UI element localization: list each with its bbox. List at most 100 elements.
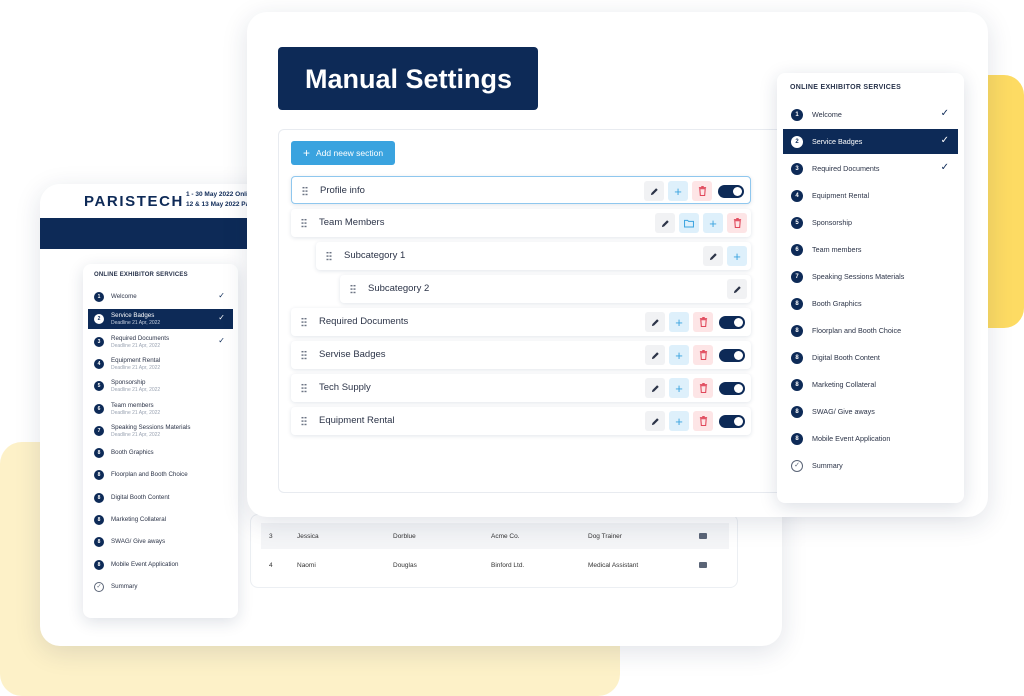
plus-icon: + [675, 314, 683, 330]
section-row[interactable]: Subcategory 1 + [316, 242, 751, 270]
visibility-toggle[interactable] [719, 316, 745, 329]
section-row[interactable]: Equipment Rental + [291, 407, 751, 435]
sidebar-item[interactable]: 2 Service Badges Deadline 21 Apr, 2022 ✓ [88, 309, 233, 330]
section-label: Equipment Rental [319, 415, 395, 426]
sidebar-item[interactable]: 8 Marketing Collateral [783, 372, 958, 397]
sidebar-item[interactable]: 7 Speaking Sessions Materials [783, 264, 958, 289]
edit-button[interactable] [644, 181, 664, 201]
add-subsection-button[interactable]: + [669, 378, 689, 398]
drag-handle-icon[interactable] [301, 416, 307, 426]
delete-button[interactable] [693, 345, 713, 365]
drag-handle-icon[interactable] [326, 251, 332, 261]
print-icon[interactable] [699, 533, 707, 539]
add-subsection-button[interactable]: + [668, 181, 688, 201]
step-number-badge: 2 [94, 314, 104, 325]
role-cell: Dog Trainer [588, 532, 622, 540]
sidebar-item[interactable]: 8 Floorplan and Booth Choice [783, 318, 958, 343]
drag-handle-icon[interactable] [301, 317, 307, 327]
add-subsection-button[interactable]: + [669, 312, 689, 332]
step-number-badge: 1 [94, 292, 104, 302]
step-number-badge: 8 [94, 470, 104, 481]
sidebar-item[interactable]: ✓ Summary [88, 577, 233, 597]
step-number-badge: 5 [94, 381, 104, 392]
trash-icon [699, 350, 708, 360]
delete-button[interactable] [692, 181, 712, 201]
edit-button[interactable] [645, 378, 665, 398]
edit-button[interactable] [645, 411, 665, 431]
sidebar-item[interactable]: 3 Required Documents ✓ [783, 156, 958, 181]
step-number-badge: 3 [94, 336, 104, 347]
step-number-badge: 8 [791, 406, 803, 418]
add-subsection-button[interactable]: + [703, 213, 723, 233]
step-number-badge: 7 [791, 271, 803, 283]
exhibitor-services-sidebar: ONLINE EXHIBITOR SERVICES 1 Welcome ✓ 2 Serv… [777, 73, 964, 503]
sidebar-item[interactable]: 8 SWAG/ Give aways [88, 532, 233, 552]
sidebar-item[interactable]: 5 Sponsorship Deadline 21 Apr, 2022 [88, 376, 233, 396]
add-subsection-button[interactable]: + [669, 411, 689, 431]
sidebar-item-label: Summary [111, 582, 138, 590]
sidebar-item[interactable]: 8 Booth Graphics [88, 443, 233, 463]
section-row[interactable]: Team Members + [291, 209, 751, 237]
drag-handle-icon[interactable] [301, 383, 307, 393]
drag-handle-icon[interactable] [301, 218, 307, 228]
section-row[interactable]: Servise Badges + [291, 341, 751, 369]
sidebar-item[interactable]: 8 Digital Booth Content [783, 345, 958, 370]
sidebar-item[interactable]: 1 Welcome ✓ [783, 102, 958, 127]
edit-button[interactable] [655, 213, 675, 233]
pencil-icon [651, 351, 660, 360]
sidebar-item[interactable]: 8 Digital Booth Content [88, 488, 233, 508]
visibility-toggle[interactable] [718, 185, 744, 198]
section-row[interactable]: Profile info + [291, 176, 751, 204]
sidebar-item[interactable]: 3 Required Documents Deadline 21 Apr, 2022… [88, 332, 233, 352]
plus-icon: + [303, 146, 311, 160]
add-subsection-button[interactable]: + [727, 246, 747, 266]
sidebar-item[interactable]: 8 Mobile Event Application [88, 555, 233, 575]
sidebar-item[interactable]: 6 Team members [783, 237, 958, 262]
drag-handle-icon[interactable] [302, 186, 308, 196]
folder-button[interactable] [679, 213, 699, 233]
sidebar-item[interactable]: 8 Booth Graphics [783, 291, 958, 316]
sidebar-item-label: Team members [111, 401, 154, 409]
step-number-badge: 8 [94, 559, 104, 570]
sidebar-item[interactable]: 1 Welcome ✓ [88, 287, 233, 307]
section-row[interactable]: Required Documents + [291, 308, 751, 336]
add-subsection-button[interactable]: + [669, 345, 689, 365]
edit-button[interactable] [645, 345, 665, 365]
drag-handle-icon[interactable] [350, 284, 356, 294]
visibility-toggle[interactable] [719, 382, 745, 395]
delete-button[interactable] [693, 411, 713, 431]
print-icon[interactable] [699, 562, 707, 568]
step-number-badge: 8 [94, 492, 104, 503]
attendees-table: 3 Jessica Dorblue Acme Co. Dog Trainer 4… [250, 514, 738, 588]
edit-button[interactable] [645, 312, 665, 332]
section-label: Required Documents [319, 316, 409, 327]
sidebar-item[interactable]: 2 Service Badges ✓ [783, 129, 958, 154]
sidebar-item[interactable]: 4 Equipment Rental Deadline 21 Apr, 2022 [88, 354, 233, 374]
sidebar-item[interactable]: ✓ Summary [783, 453, 958, 478]
sidebar-item[interactable]: 5 Sponsorship [783, 210, 958, 235]
section-row[interactable]: Subcategory 2 [340, 275, 751, 303]
sidebar-item[interactable]: 8 SWAG/ Give aways [783, 399, 958, 424]
step-number-badge: 4 [791, 190, 803, 202]
edit-button[interactable] [727, 279, 747, 299]
sidebar-item[interactable]: 8 Mobile Event Application [783, 426, 958, 451]
step-number-badge: 8 [94, 515, 104, 525]
delete-button[interactable] [693, 312, 713, 332]
step-number-badge: 1 [791, 109, 803, 121]
step-number-badge: 6 [791, 244, 803, 256]
delete-button[interactable] [693, 378, 713, 398]
sidebar-item[interactable]: 4 Equipment Rental [783, 183, 958, 208]
sidebar-item[interactable]: 8 Marketing Collateral [88, 510, 233, 530]
section-row[interactable]: Tech Supply + [291, 374, 751, 402]
pencil-icon [651, 417, 660, 426]
delete-button[interactable] [727, 213, 747, 233]
add-section-button[interactable]: + Add neew section [291, 141, 395, 165]
visibility-toggle[interactable] [719, 349, 745, 362]
edit-button[interactable] [703, 246, 723, 266]
drag-handle-icon[interactable] [301, 350, 307, 360]
section-label: Tech Supply [319, 382, 371, 393]
sidebar-item[interactable]: 6 Team members Deadline 21 Apr, 2022 [88, 399, 233, 419]
sidebar-item[interactable]: 8 Floorplan and Booth Choice [88, 465, 233, 485]
sidebar-item[interactable]: 7 Speaking Sessions Materials Deadline 21 … [88, 421, 233, 441]
visibility-toggle[interactable] [719, 415, 745, 428]
